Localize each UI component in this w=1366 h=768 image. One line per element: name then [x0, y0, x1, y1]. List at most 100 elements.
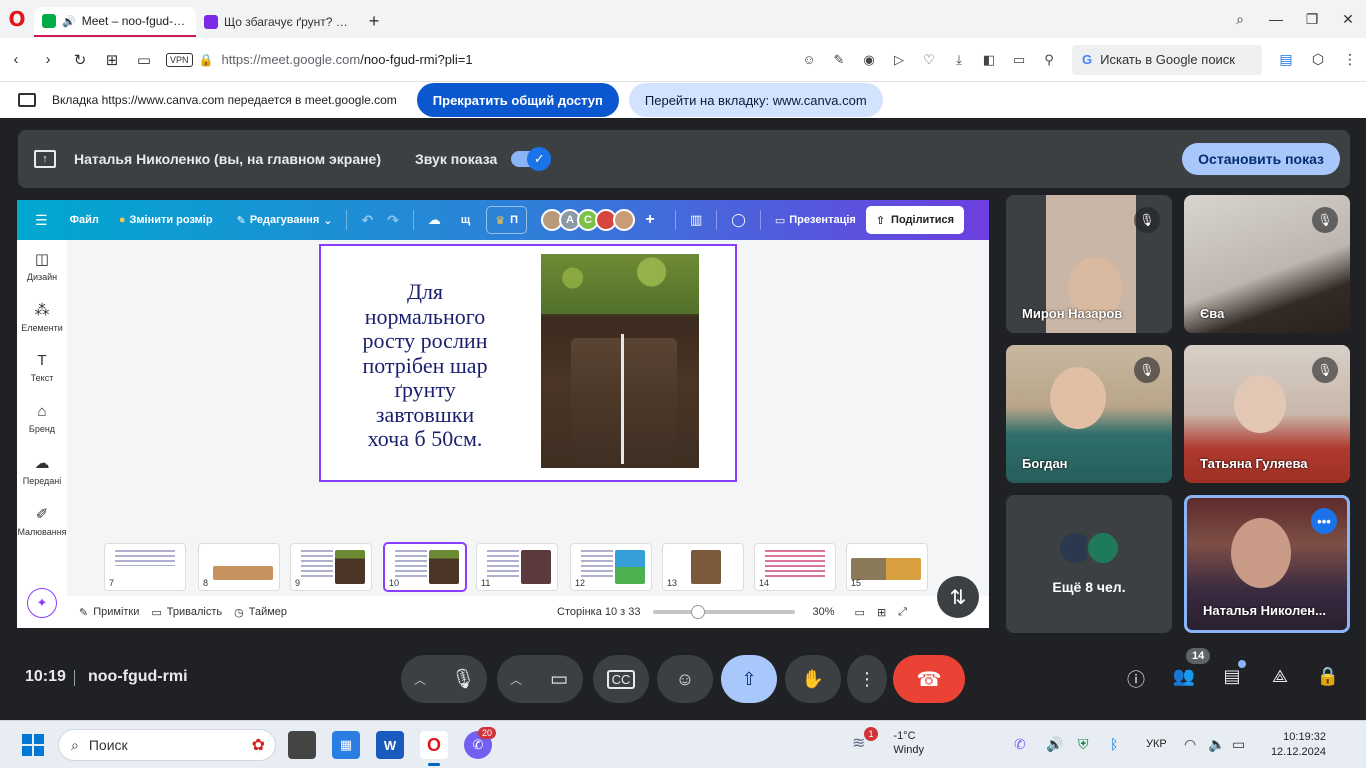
- people-icon[interactable]: 👥: [1170, 666, 1198, 687]
- notes-button[interactable]: ✎ Примітки: [79, 606, 139, 619]
- reactions-button[interactable]: ☺: [657, 655, 713, 703]
- battery-icon[interactable]: ▭: [1232, 736, 1245, 753]
- host-controls-lock-icon[interactable]: 🔒: [1314, 666, 1342, 687]
- microsoft-store-icon[interactable]: ▦: [332, 731, 360, 759]
- battery-saver-icon[interactable]: ▭: [1004, 52, 1034, 68]
- present-now-button[interactable]: ⇧: [721, 655, 777, 703]
- slide-thumbnail[interactable]: 8: [199, 544, 279, 590]
- snapshot-icon[interactable]: ◉: [854, 52, 884, 68]
- extensions-icon[interactable]: ⬡: [1302, 51, 1334, 68]
- tab-canva[interactable]: Що збагачує ґрунт? – Пре: [196, 7, 362, 37]
- go-to-tab-button[interactable]: Перейти на вкладку: www.canva.com: [628, 83, 883, 117]
- menu-icon[interactable]: ⋮: [1334, 51, 1366, 68]
- sidebar-item-draw[interactable]: ✐ Малювання: [17, 495, 67, 546]
- audio-settings-chevron-up-icon[interactable]: ︿: [401, 671, 439, 688]
- sidebar-toggle-icon[interactable]: ▤: [1270, 51, 1302, 68]
- url-field[interactable]: https://meet.google.com/noo-fgud-rmi?pli…: [221, 52, 794, 67]
- slide-thumbnail[interactable]: 15: [847, 544, 927, 590]
- stop-presenting-button[interactable]: Остановить показ: [1182, 143, 1340, 175]
- defender-icon[interactable]: ⛨: [1078, 736, 1089, 753]
- file-menu[interactable]: Файл: [70, 214, 99, 226]
- stop-sharing-button[interactable]: Прекратить общий доступ: [416, 83, 619, 117]
- magic-sparkle-icon[interactable]: ✦: [27, 588, 57, 618]
- slide-text[interactable]: Для нормального росту рослин потрібен ша…: [341, 279, 509, 452]
- resize-menu[interactable]: ● Змінити розмір: [119, 214, 213, 226]
- google-search-box[interactable]: G Искать в Google поиск: [1072, 44, 1262, 75]
- search-tabs-icon[interactable]: ⌕: [1222, 11, 1258, 28]
- pro-button[interactable]: ♛ П: [486, 206, 527, 234]
- video-settings-chevron-up-icon[interactable]: ︿: [497, 671, 535, 688]
- avatar[interactable]: [612, 209, 635, 231]
- slide-thumbnail-selected[interactable]: 10: [385, 544, 465, 590]
- timer-button[interactable]: ◷ Таймер: [234, 606, 287, 619]
- undo-icon[interactable]: ↶: [361, 212, 373, 229]
- more-participants-tile[interactable]: Ещё 8 чел.: [1006, 495, 1172, 633]
- soil-pit-photo[interactable]: [541, 254, 699, 468]
- hamburger-icon[interactable]: ☰: [35, 212, 48, 229]
- comment-icon[interactable]: ◯: [731, 212, 746, 228]
- task-view-icon[interactable]: [288, 731, 316, 759]
- sidebar-item-uploads[interactable]: ☁ Передані: [17, 444, 67, 495]
- duration-button[interactable]: ▭ Тривалість: [151, 606, 222, 619]
- chat-icon[interactable]: ▤: [1218, 666, 1246, 687]
- more-options-button[interactable]: ⋮: [847, 655, 887, 703]
- captions-button[interactable]: CC: [593, 655, 649, 703]
- leave-call-button[interactable]: ☎: [893, 655, 965, 703]
- reframe-arrows-icon[interactable]: ⇅: [937, 576, 979, 618]
- speaker-icon[interactable]: 🔊: [62, 15, 76, 28]
- redo-icon[interactable]: ↷: [387, 212, 399, 229]
- slide-thumbnail[interactable]: 9: [291, 544, 371, 590]
- speaker-tray-icon[interactable]: 🔊: [1046, 736, 1063, 753]
- restore-icon[interactable]: ❐: [1294, 11, 1330, 28]
- weather-widget[interactable]: ≋ 1 -1°C Windy: [852, 727, 924, 757]
- participant-tile[interactable]: 🎙 Татьяна Гуляева: [1184, 345, 1350, 483]
- camera-permission-icon[interactable]: ▭: [128, 51, 160, 69]
- participant-tile[interactable]: 🎙 Єва: [1184, 195, 1350, 333]
- word-icon[interactable]: W: [376, 731, 404, 759]
- add-collaborator-plus-icon[interactable]: +: [639, 209, 661, 231]
- sidebar-item-brand[interactable]: ⌂ Бренд: [17, 393, 67, 444]
- canva-share-button[interactable]: ⇧ Поділитися: [865, 206, 965, 234]
- activities-icon[interactable]: ⟁: [1266, 666, 1294, 687]
- system-clock[interactable]: 10:19:32 12.12.2024: [1266, 730, 1326, 760]
- viber-tray-icon[interactable]: ✆: [1014, 736, 1026, 753]
- slide-thumbnail[interactable]: 13: [663, 544, 743, 590]
- zoom-slider-handle[interactable]: [690, 605, 705, 619]
- emoji-icon[interactable]: ☺: [794, 52, 824, 68]
- heart-icon[interactable]: ♡: [914, 52, 944, 68]
- slide-thumbnail[interactable]: 11: [477, 544, 557, 590]
- tab-meet[interactable]: 🔊 Meet – noo-fgud-rmi: [34, 7, 196, 37]
- forward-icon[interactable]: ›: [32, 51, 64, 68]
- opera-logo-icon[interactable]: O: [0, 0, 34, 38]
- speed-dial-icon[interactable]: ⊞: [96, 51, 128, 69]
- bluetooth-icon[interactable]: ᛒ: [1110, 736, 1118, 752]
- more-options-icon[interactable]: •••: [1311, 508, 1337, 534]
- send-icon[interactable]: ▷: [884, 52, 914, 68]
- presentation-button[interactable]: ▭ Презентація: [775, 214, 856, 227]
- taskbar-search[interactable]: ⌕ Поиск ✿: [58, 729, 276, 761]
- back-icon[interactable]: ‹: [0, 51, 32, 68]
- insights-chart-icon[interactable]: ▥: [690, 212, 702, 228]
- current-slide[interactable]: Для нормального росту рослин потрібен ша…: [319, 244, 737, 482]
- camera-icon[interactable]: ▭: [535, 668, 583, 691]
- shortcut-label[interactable]: щ: [461, 214, 470, 226]
- sound-toggle[interactable]: ✓: [511, 147, 552, 171]
- edit-icon[interactable]: ✎: [824, 52, 854, 68]
- participant-tile[interactable]: 🎙 Богдан: [1006, 345, 1172, 483]
- editing-menu[interactable]: ✎ Редагування ⌄: [237, 214, 333, 227]
- microphone-icon[interactable]: 🎙: [439, 667, 487, 691]
- reload-icon[interactable]: ↻: [64, 51, 96, 69]
- wifi-icon[interactable]: ◠: [1184, 736, 1196, 753]
- lock-icon[interactable]: 🔒: [199, 53, 214, 67]
- opera-taskbar-icon[interactable]: O: [420, 731, 448, 766]
- slide-thumbnail[interactable]: 7: [105, 544, 185, 590]
- close-window-icon[interactable]: ✕: [1330, 11, 1366, 28]
- raise-hand-button[interactable]: ✋: [785, 655, 841, 703]
- sidebar-item-design[interactable]: ◫ Дизайн: [17, 240, 67, 291]
- easy-setup-icon[interactable]: ◧: [974, 52, 1004, 68]
- volume-icon[interactable]: 🔈: [1208, 736, 1225, 753]
- slide-thumbnail[interactable]: 14: [755, 544, 835, 590]
- meeting-info-icon[interactable]: ⓘ: [1122, 666, 1150, 692]
- self-participant-tile[interactable]: ••• Наталья Николен...: [1184, 495, 1350, 633]
- new-tab-plus-icon[interactable]: +: [362, 11, 386, 32]
